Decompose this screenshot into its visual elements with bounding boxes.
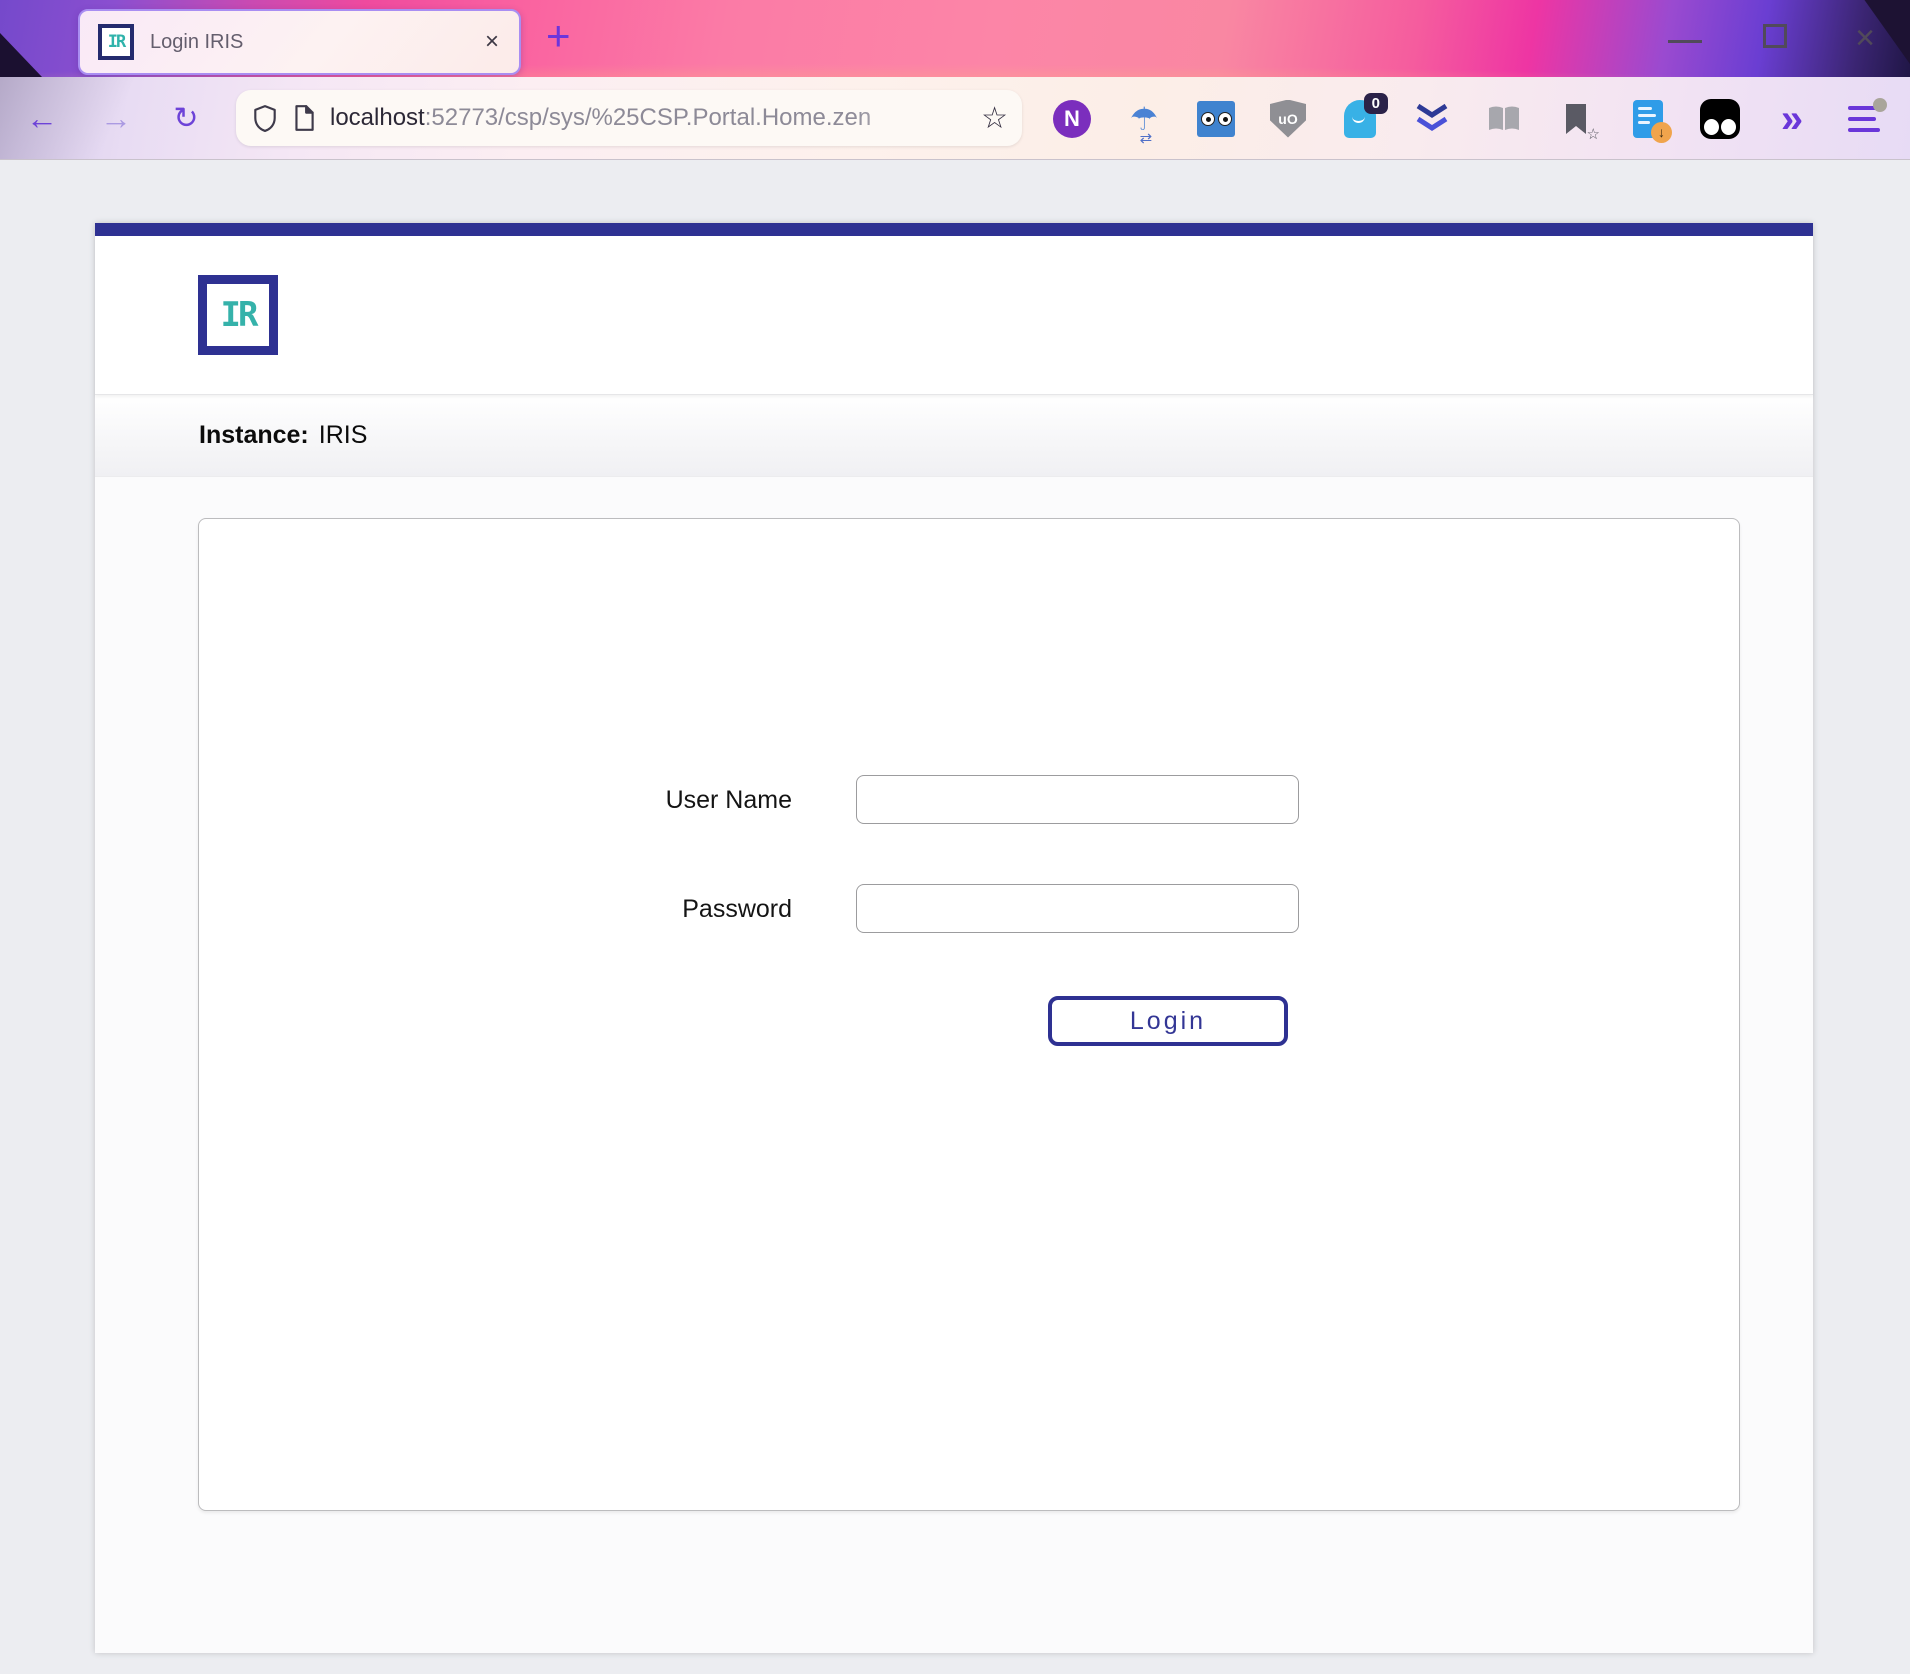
url-host: localhost bbox=[330, 104, 425, 131]
browser-tab[interactable]: IR Login IRIS × bbox=[78, 9, 521, 75]
window-controls: × bbox=[1640, 0, 1910, 77]
tab-title: Login IRIS bbox=[150, 31, 483, 54]
tab-favicon-icon: IR bbox=[98, 24, 134, 60]
extension-toolbar: N ☂⇄ uO 0 ☆ ↓ bbox=[1052, 77, 1884, 160]
login-page-card: IR Instance: IRIS User Name Password Log… bbox=[95, 223, 1813, 1653]
window-close-button[interactable]: × bbox=[1820, 23, 1910, 54]
extension-save-document-icon[interactable]: ↓ bbox=[1628, 97, 1668, 141]
url-bar[interactable]: localhost:52773/csp/sys/%25CSP.Portal.Ho… bbox=[236, 90, 1022, 146]
page-viewport: IR Instance: IRIS User Name Password Log… bbox=[0, 160, 1910, 1673]
reload-button[interactable]: ↻ bbox=[162, 77, 210, 160]
forward-button[interactable]: → bbox=[92, 77, 140, 160]
browser-titlebar: IR Login IRIS × + × bbox=[0, 0, 1910, 77]
login-form-panel: User Name Password Login bbox=[198, 518, 1740, 1511]
extension-book-icon[interactable] bbox=[1484, 97, 1524, 141]
back-button[interactable]: ← bbox=[18, 77, 66, 160]
extension-googly-eyes-icon[interactable] bbox=[1196, 97, 1236, 141]
minimize-icon bbox=[1668, 40, 1702, 43]
app-menu-hamburger-icon[interactable] bbox=[1844, 97, 1884, 141]
extension-ublock-origin-icon[interactable]: uO bbox=[1268, 97, 1308, 141]
window-minimize-button[interactable] bbox=[1640, 30, 1730, 48]
browser-navbar: ← → ↻ localhost:52773/csp/sys/%25CSP.Por… bbox=[0, 77, 1910, 160]
url-path: :52773/csp/sys/%25CSP.Portal.Home.zen bbox=[425, 104, 871, 131]
download-arrow-icon: ↓ bbox=[1651, 122, 1672, 143]
page-header: IR bbox=[95, 236, 1813, 395]
extension-n-icon[interactable]: N bbox=[1052, 97, 1092, 141]
maximize-icon bbox=[1763, 24, 1787, 48]
login-button[interactable]: Login bbox=[1048, 996, 1288, 1046]
toolbar-overflow-chevron-icon[interactable]: » bbox=[1772, 97, 1812, 141]
extension-proxy-umbrella-icon[interactable]: ☂⇄ bbox=[1124, 97, 1164, 141]
instance-bar: Instance: IRIS bbox=[95, 395, 1813, 477]
instance-label: Instance: bbox=[199, 421, 309, 450]
extension-ghostery-icon[interactable]: 0 bbox=[1340, 97, 1380, 141]
page-info-icon[interactable] bbox=[292, 104, 316, 132]
username-input[interactable] bbox=[856, 775, 1299, 824]
password-input[interactable] bbox=[856, 884, 1299, 933]
username-label: User Name bbox=[552, 786, 792, 815]
window-maximize-button[interactable] bbox=[1730, 24, 1820, 53]
extension-double-chevron-icon[interactable] bbox=[1412, 97, 1452, 141]
extension-bookmark-manager-icon[interactable]: ☆ bbox=[1556, 97, 1596, 141]
close-icon: × bbox=[1855, 19, 1875, 57]
iris-logo: IR bbox=[198, 275, 278, 355]
menu-notification-dot bbox=[1873, 98, 1887, 112]
tab-close-icon[interactable]: × bbox=[483, 28, 501, 56]
theme-corner-decoration bbox=[0, 33, 42, 77]
tracking-protection-shield-icon[interactable] bbox=[252, 104, 278, 132]
instance-value: IRIS bbox=[319, 421, 368, 450]
extension-dark-owl-icon[interactable] bbox=[1700, 97, 1740, 141]
password-label: Password bbox=[552, 895, 792, 924]
ghostery-badge: 0 bbox=[1364, 93, 1388, 114]
address-input[interactable]: localhost:52773/csp/sys/%25CSP.Portal.Ho… bbox=[330, 104, 967, 132]
new-tab-button[interactable]: + bbox=[546, 12, 571, 60]
login-body: User Name Password Login bbox=[95, 477, 1813, 1652]
bookmark-star-icon[interactable]: ☆ bbox=[981, 101, 1008, 136]
page-accent-bar bbox=[95, 223, 1813, 236]
